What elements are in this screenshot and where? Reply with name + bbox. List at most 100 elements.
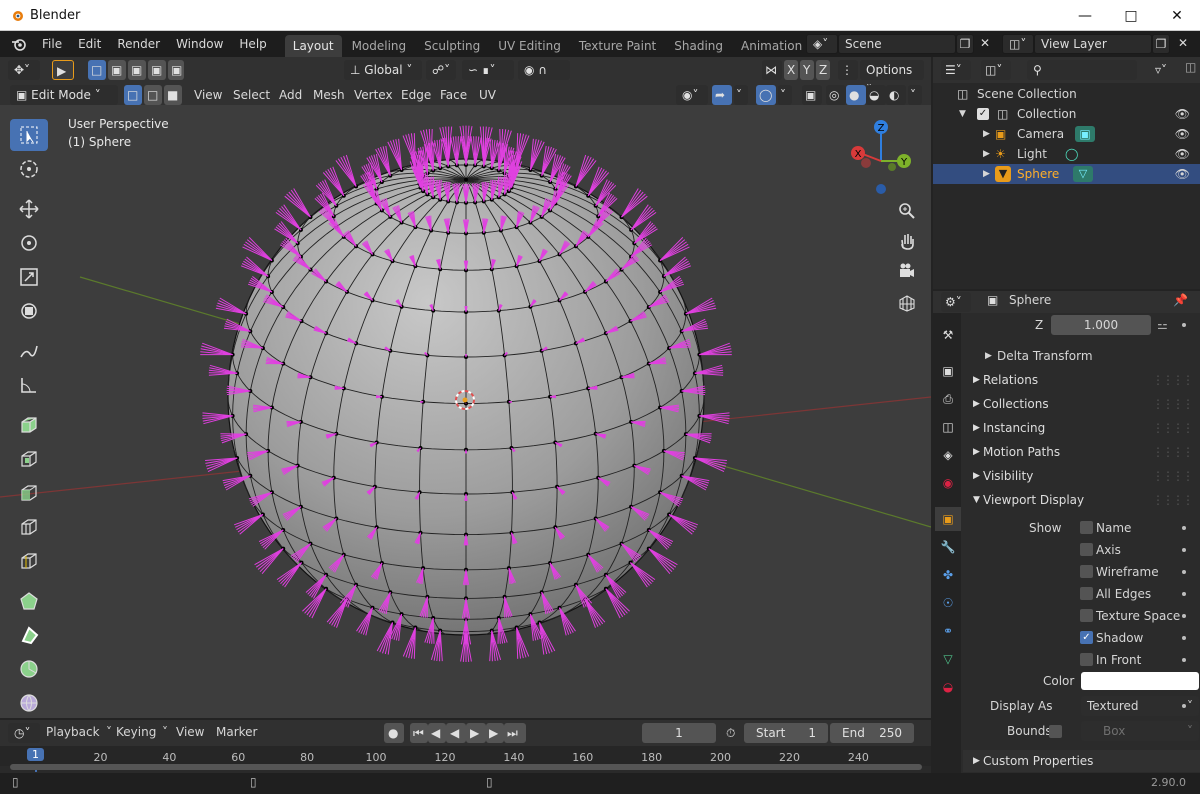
frame-ruler[interactable]: 1 20 40 60 80 100 120 140 160 180 200 220 240 (0, 746, 931, 772)
keyframe-dot[interactable] (1182, 526, 1186, 530)
select-invert-icon[interactable]: ▣ (148, 60, 166, 80)
cursor-tool-icon[interactable] (10, 153, 48, 185)
poly-build-tool-icon[interactable] (10, 585, 48, 617)
physics-tab-icon[interactable]: ☉ (935, 591, 961, 615)
workspace-tab-texture-paint[interactable]: Texture Paint (571, 35, 664, 57)
end-frame-field[interactable]: End 250 (830, 723, 914, 743)
drag-handle-icon[interactable]: ⋮⋮⋮⋮ (1152, 465, 1194, 487)
measure-tool-icon[interactable] (10, 369, 48, 401)
bounds-type-dropdown[interactable]: Box ˅ (1081, 721, 1199, 741)
ortho-grid-icon[interactable] (893, 289, 921, 317)
visibility-eye-icon[interactable]: 👁 (1175, 124, 1190, 144)
show-all-edges-checkbox[interactable] (1080, 587, 1093, 600)
menu-render[interactable]: Render (109, 37, 168, 51)
jump-keyframe-back-icon[interactable]: ◀ (428, 723, 446, 743)
custom-properties-section[interactable]: ▶ Custom Properties (963, 750, 1200, 772)
select-subtract-icon[interactable]: ▣ (128, 60, 146, 80)
vertex-select-icon[interactable]: □ (124, 85, 142, 105)
menu-help[interactable]: Help (231, 37, 274, 51)
blender-menu-icon[interactable] (10, 36, 28, 52)
constraints-tab-icon[interactable]: ⚭ (935, 619, 961, 643)
scale-z-field[interactable]: 1.000 (1051, 315, 1151, 335)
menu-edit[interactable]: Edit (70, 37, 109, 51)
scene-browse-icon[interactable]: ◈˅ (806, 34, 838, 54)
section-motion-paths[interactable]: ▶ Motion Paths ⋮⋮⋮⋮ (963, 441, 1200, 463)
tool-tab-icon[interactable]: ⚒ (935, 323, 961, 347)
add-cube-tool-icon[interactable] (10, 409, 48, 441)
maximize-button[interactable]: □ (1108, 0, 1154, 31)
menu-window[interactable]: Window (168, 37, 231, 51)
shading-dropdown-icon[interactable]: ˅ (908, 85, 922, 105)
workspace-tab-animation[interactable]: Animation (733, 35, 810, 57)
section-instancing[interactable]: ▶ Instancing ⋮⋮⋮⋮ (963, 417, 1200, 439)
transform-orientation-dropdown[interactable]: ⊥ Global ˅ (344, 60, 422, 80)
solid-shading-icon[interactable]: ● (846, 85, 866, 105)
show-axis-checkbox[interactable] (1080, 543, 1093, 556)
visibility-eye-icon[interactable]: 👁 (1175, 144, 1190, 164)
outliner-new-collection-icon[interactable]: ◫ (1185, 60, 1196, 74)
delta-transform-section[interactable]: ▶ Delta Transform (963, 345, 1200, 367)
scene-new-icon[interactable]: ❐ (956, 34, 974, 54)
extrude-tool-icon[interactable] (10, 443, 48, 475)
show-in-front-checkbox[interactable] (1080, 653, 1093, 666)
world-tab-icon[interactable]: ◉ (935, 471, 961, 495)
section-relations[interactable]: ▶ Relations ⋮⋮⋮⋮ (963, 369, 1200, 391)
navigation-gizmo[interactable]: Z Y X (846, 117, 922, 201)
viewport-menu-select[interactable]: Select (231, 85, 272, 105)
select-tool-icon[interactable]: ▶ (52, 60, 74, 80)
viewport-menu-mesh[interactable]: Mesh (311, 85, 347, 105)
zoom-icon[interactable] (893, 197, 921, 225)
material-tab-icon[interactable]: ◒ (935, 675, 961, 699)
properties-editor-type-icon[interactable]: ⚙˅ (941, 292, 971, 312)
timeline-menu-playback[interactable]: Playback (46, 725, 100, 739)
object-data-tab-icon[interactable]: ▽ (935, 647, 961, 671)
particles-tab-icon[interactable]: ✤ (935, 563, 961, 587)
show-texture-space-checkbox[interactable] (1080, 609, 1093, 622)
workspace-tab-sculpting[interactable]: Sculpting (416, 35, 488, 57)
bevel-tool-icon[interactable] (10, 511, 48, 543)
expand-right-icon[interactable]: ▶ (983, 124, 990, 144)
inset-tool-icon[interactable] (10, 477, 48, 509)
menu-file[interactable]: File (34, 37, 70, 51)
outliner-item-light[interactable]: ▶ ☀ Light ◯ 👁 (933, 144, 1200, 164)
workspace-tab-modeling[interactable]: Modeling (344, 35, 415, 57)
editor-type-icon[interactable]: ✥˅ (8, 60, 40, 80)
snap-icon[interactable]: ∽ ∎˅ (462, 60, 514, 80)
transform-tool-icon[interactable] (10, 295, 48, 327)
view-layer-browse-icon[interactable]: ◫˅ (1002, 34, 1034, 54)
viewport-menu-face[interactable]: Face (438, 85, 469, 105)
gizmo-dropdown-icon[interactable]: ˅ (734, 85, 748, 105)
view-layer-tab-icon[interactable]: ◫ (935, 415, 961, 439)
outliner-editor-type-icon[interactable]: ☰˅ (941, 60, 971, 80)
record-icon[interactable]: ● (384, 723, 404, 743)
select-box-tool-icon[interactable] (10, 119, 48, 151)
light-data-icon[interactable]: ◯ (1065, 144, 1078, 164)
mirror-x-button[interactable]: X (784, 60, 798, 80)
expand-down-icon[interactable]: ▼ (959, 104, 966, 124)
select-intersect-icon[interactable]: ▣ (168, 60, 184, 80)
visibility-icon[interactable]: ◉˅ (676, 85, 708, 105)
keyframe-dot[interactable] (1182, 548, 1186, 552)
preview-range-icon[interactable]: ⏱ (722, 723, 742, 743)
3d-viewport[interactable]: ✥˅ ▶ □ ▣ ▣ ▣ ▣ ⊥ Global ˅ ☍˅ ∽ ∎˅ ◉ ∩ ⋈ … (0, 57, 931, 718)
collection-checkbox[interactable]: ✓ (977, 108, 989, 120)
material-shading-icon[interactable]: ◒ (866, 85, 886, 105)
timeline-menu-marker[interactable]: Marker (216, 725, 257, 739)
output-tab-icon[interactable]: ⎙ (935, 387, 961, 411)
timeline-editor-type-icon[interactable]: ◷˅ (8, 723, 40, 743)
keyframe-dot[interactable] (1182, 704, 1186, 708)
mirror-z-button[interactable]: Z (816, 60, 830, 80)
gizmo-icon[interactable]: ➦ (712, 85, 732, 105)
workspace-tab-layout[interactable]: Layout (284, 35, 342, 57)
pin-icon[interactable]: 📌 (1173, 293, 1188, 307)
timeline-scrollbar[interactable] (10, 764, 922, 770)
visibility-eye-icon[interactable]: 👁 (1175, 104, 1190, 124)
mesh-vertex[interactable] (464, 177, 468, 182)
outliner-item-collection[interactable]: ▼ ✓ ◫ Collection 👁 (933, 104, 1200, 124)
loop-cut-tool-icon[interactable] (10, 545, 48, 577)
options-dropdown[interactable]: Options ˅ (860, 60, 924, 97)
section-viewport-display[interactable]: ▼ Viewport Display ⋮⋮⋮⋮ (963, 489, 1200, 511)
mirror-icon[interactable]: ⋈ (762, 60, 782, 80)
object-tab-icon[interactable]: ▣ (935, 507, 961, 531)
drag-handle-icon[interactable]: ⋮⋮⋮⋮ (1152, 489, 1194, 511)
